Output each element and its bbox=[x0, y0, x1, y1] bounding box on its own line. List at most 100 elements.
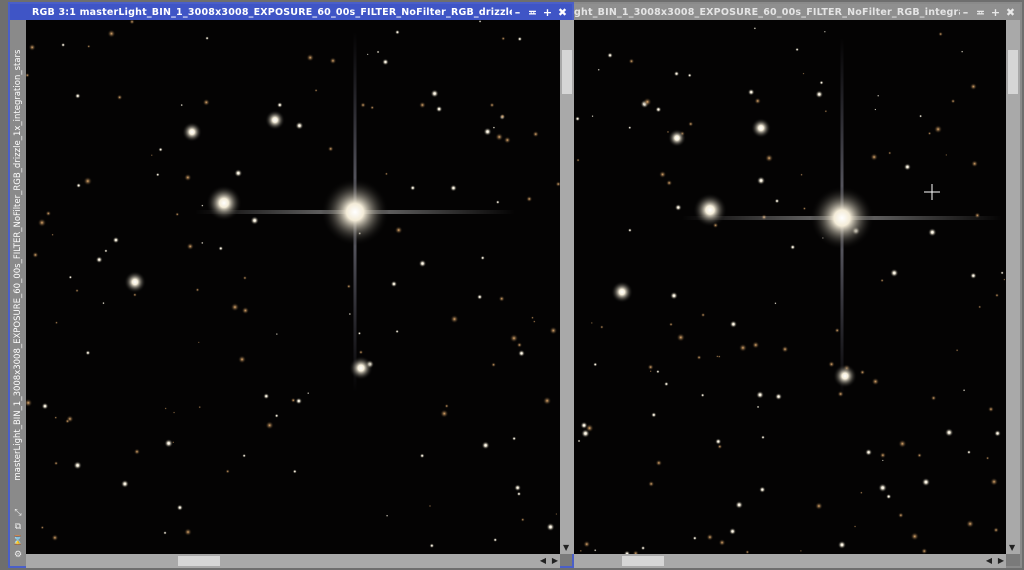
star-mark bbox=[51, 233, 54, 237]
star-mark bbox=[83, 176, 93, 186]
star-mark bbox=[834, 327, 840, 334]
star-mark bbox=[665, 179, 673, 187]
star-mark bbox=[176, 504, 184, 511]
star-mark bbox=[418, 101, 426, 109]
horizontal-scroll-thumb[interactable] bbox=[622, 556, 664, 566]
star-mark bbox=[753, 26, 757, 30]
star-mark bbox=[774, 198, 780, 204]
resize-icon[interactable]: ⤡ bbox=[14, 508, 21, 518]
star-mark bbox=[32, 251, 39, 259]
scroll-down-arrow-icon[interactable]: ▼ bbox=[563, 544, 569, 552]
star-mark bbox=[664, 381, 669, 387]
scroll-right-arrow-icon[interactable]: ▶ bbox=[998, 557, 1004, 565]
scroll-down-arrow-icon[interactable]: ▼ bbox=[1009, 544, 1015, 552]
star-mark bbox=[493, 537, 498, 542]
star-mark bbox=[833, 364, 857, 388]
star-mark bbox=[889, 268, 899, 278]
crosshair-cursor-icon bbox=[924, 184, 940, 200]
star-mark bbox=[969, 272, 977, 280]
star-mark bbox=[887, 151, 892, 155]
star-mark bbox=[647, 363, 654, 371]
star-mark bbox=[987, 406, 995, 413]
star-mark bbox=[656, 369, 660, 374]
star-mark bbox=[65, 418, 70, 424]
star-mark bbox=[921, 477, 931, 487]
star-mark bbox=[74, 92, 81, 99]
collapse-button[interactable]: ≖ bbox=[527, 7, 538, 18]
star-mark bbox=[823, 30, 826, 33]
left-vertical-scrollbar[interactable]: ▼ bbox=[560, 20, 574, 554]
star-mark bbox=[881, 459, 884, 462]
right-horizontal-scrollbar[interactable]: ◀ ▶ bbox=[574, 554, 1006, 568]
star-mark bbox=[649, 370, 652, 373]
shade-button[interactable]: – bbox=[512, 7, 523, 18]
star-mark bbox=[394, 29, 400, 35]
star-mark bbox=[175, 212, 180, 217]
star-mark bbox=[195, 287, 200, 292]
star-mark bbox=[651, 412, 657, 418]
star-mark bbox=[871, 377, 880, 386]
star-mark bbox=[985, 456, 990, 460]
collapse-button[interactable]: ≖ bbox=[975, 7, 986, 18]
star-mark bbox=[290, 397, 296, 403]
star-mark bbox=[514, 484, 522, 492]
left-window-titlebar[interactable]: RGB 3:1 masterLight_BIN_1_3008x3008_EXPO… bbox=[10, 4, 572, 20]
star-mark bbox=[499, 113, 506, 120]
copy-icon[interactable]: ⧉ bbox=[15, 522, 21, 532]
scroll-left-arrow-icon[interactable]: ◀ bbox=[986, 557, 992, 565]
vertical-scroll-thumb[interactable] bbox=[562, 50, 572, 94]
vertical-scroll-thumb[interactable] bbox=[1008, 50, 1018, 94]
hourglass-icon[interactable]: ⌛ bbox=[12, 536, 23, 546]
maximize-button[interactable]: + bbox=[542, 7, 553, 18]
star-mark bbox=[241, 306, 250, 315]
star-mark bbox=[73, 461, 82, 470]
star-mark bbox=[693, 193, 727, 227]
scroll-right-arrow-icon[interactable]: ▶ bbox=[552, 557, 558, 565]
star-mark bbox=[575, 116, 581, 122]
star-mark bbox=[41, 402, 49, 410]
star-mark bbox=[306, 53, 315, 62]
star-mark bbox=[738, 343, 748, 352]
left-horizontal-scrollbar[interactable]: ◀ ▶ bbox=[26, 554, 560, 568]
star-mark bbox=[643, 97, 652, 107]
star-mark bbox=[532, 130, 539, 138]
star-mark bbox=[897, 512, 904, 519]
left-image-view[interactable] bbox=[26, 20, 560, 554]
close-button[interactable]: ✖ bbox=[1005, 7, 1016, 18]
star-mark bbox=[824, 109, 828, 113]
star-mark bbox=[927, 227, 937, 237]
star-mark bbox=[28, 43, 36, 51]
star-mark bbox=[800, 173, 804, 177]
star-mark bbox=[200, 241, 204, 245]
left-image-window[interactable]: RGB 3:1 masterLight_BIN_1_3008x3008_EXPO… bbox=[8, 2, 574, 568]
scroll-left-arrow-icon[interactable]: ◀ bbox=[540, 557, 546, 565]
right-image-window[interactable]: ght_BIN_1_3008x3008_EXPOSURE_60_00s_FILT… bbox=[572, 2, 1022, 568]
star-mark bbox=[172, 441, 175, 444]
star-mark bbox=[376, 50, 380, 54]
star-mark bbox=[295, 397, 303, 405]
star-mark bbox=[668, 129, 686, 147]
star-mark bbox=[687, 121, 694, 127]
star-mark bbox=[692, 535, 697, 541]
settings-icon[interactable]: ⚙ bbox=[14, 550, 22, 560]
maximize-button[interactable]: + bbox=[990, 7, 1001, 18]
star-mark bbox=[186, 242, 194, 251]
star-mark bbox=[648, 480, 655, 488]
star-mark bbox=[385, 514, 389, 517]
star-mark bbox=[526, 195, 533, 203]
right-vertical-scrollbar[interactable]: ▼ bbox=[1006, 20, 1020, 554]
right-window-titlebar[interactable]: ght_BIN_1_3008x3008_EXPOSURE_60_00s_FILT… bbox=[574, 4, 1020, 20]
star-mark bbox=[993, 527, 999, 533]
star-mark bbox=[511, 436, 517, 441]
star-mark bbox=[880, 278, 885, 283]
horizontal-scroll-thumb[interactable] bbox=[178, 556, 220, 566]
close-button[interactable]: ✖ bbox=[557, 7, 568, 18]
shade-button[interactable]: – bbox=[960, 7, 971, 18]
star-mark bbox=[158, 147, 163, 152]
star-mark bbox=[53, 461, 59, 466]
star-mark bbox=[349, 356, 373, 380]
star-mark bbox=[163, 531, 167, 535]
star-mark bbox=[754, 97, 762, 105]
star-mark bbox=[628, 125, 632, 130]
right-image-view[interactable] bbox=[574, 20, 1006, 554]
